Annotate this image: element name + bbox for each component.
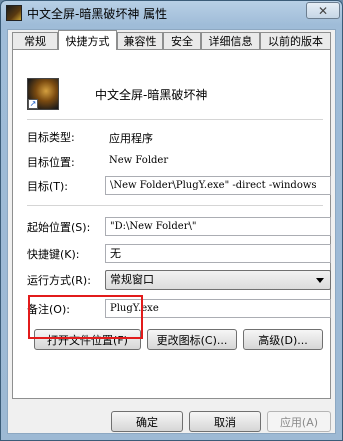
target-type-label: 目标类型: [27,131,75,144]
run-select-value: 常规窗口 [110,273,154,286]
tab-compatibility[interactable]: 兼容性 [117,32,163,49]
tab-security[interactable]: 安全 [163,32,201,49]
shortcut-name[interactable]: 中文全屏-暗黑破坏神 [95,86,207,103]
dialog-client: 常规 快捷方式 兼容性 安全 详细信息 以前的版本 ↗ 中文全屏-暗黑破坏神 目… [7,29,336,434]
shortcut-arrow-icon: ↗ [28,99,38,109]
divider [27,119,323,120]
close-icon: ✕ [317,3,329,18]
window-title: 中文全屏-暗黑破坏神 属性 [27,7,168,21]
target-type-value: 应用程序 [109,132,153,145]
title-bar[interactable]: 中文全屏-暗黑破坏神 属性 ✕ [1,1,342,25]
target-field[interactable]: \New Folder\PlugY.exe" -direct -windows [105,176,331,195]
shortcut-panel: ↗ 中文全屏-暗黑破坏神 目标类型: 应用程序 目标位置: New Folder… [12,49,331,399]
close-button[interactable]: ✕ [306,2,340,19]
run-label: 运行方式(R): [27,274,91,287]
comment-label: 备注(O): [27,303,70,316]
apply-button[interactable]: 应用(A) [267,411,331,432]
start-in-label: 起始位置(S): [27,221,91,234]
target-label: 目标(T): [27,180,69,193]
chevron-down-icon [316,278,324,283]
properties-window: 中文全屏-暗黑破坏神 属性 ✕ 常规 快捷方式 兼容性 安全 详细信息 以前的版… [0,0,343,441]
diablo-app-icon: ↗ [27,78,59,110]
cancel-button[interactable]: 取消 [189,411,261,432]
run-select[interactable]: 常规窗口 [105,270,331,290]
start-in-field[interactable]: "D:\New Folder\" [105,217,331,236]
hotkey-label: 快捷键(K): [27,248,80,261]
app-icon [6,5,22,21]
hotkey-field[interactable]: 无 [105,244,331,263]
open-file-location-button[interactable]: 打开文件位置(F) [34,329,141,350]
ok-button[interactable]: 确定 [111,411,183,432]
target-location-label: 目标位置: [27,156,75,169]
comment-field[interactable]: PlugY.exe [105,299,331,318]
tab-details[interactable]: 详细信息 [201,32,260,49]
target-location-value: New Folder [109,155,169,166]
change-icon-button[interactable]: 更改图标(C)... [147,329,237,350]
tab-previous-versions[interactable]: 以前的版本 [260,32,331,49]
tab-general[interactable]: 常规 [12,32,58,49]
tab-shortcut[interactable]: 快捷方式 [58,30,117,50]
divider [27,205,323,206]
advanced-button[interactable]: 高级(D)... [243,329,323,350]
